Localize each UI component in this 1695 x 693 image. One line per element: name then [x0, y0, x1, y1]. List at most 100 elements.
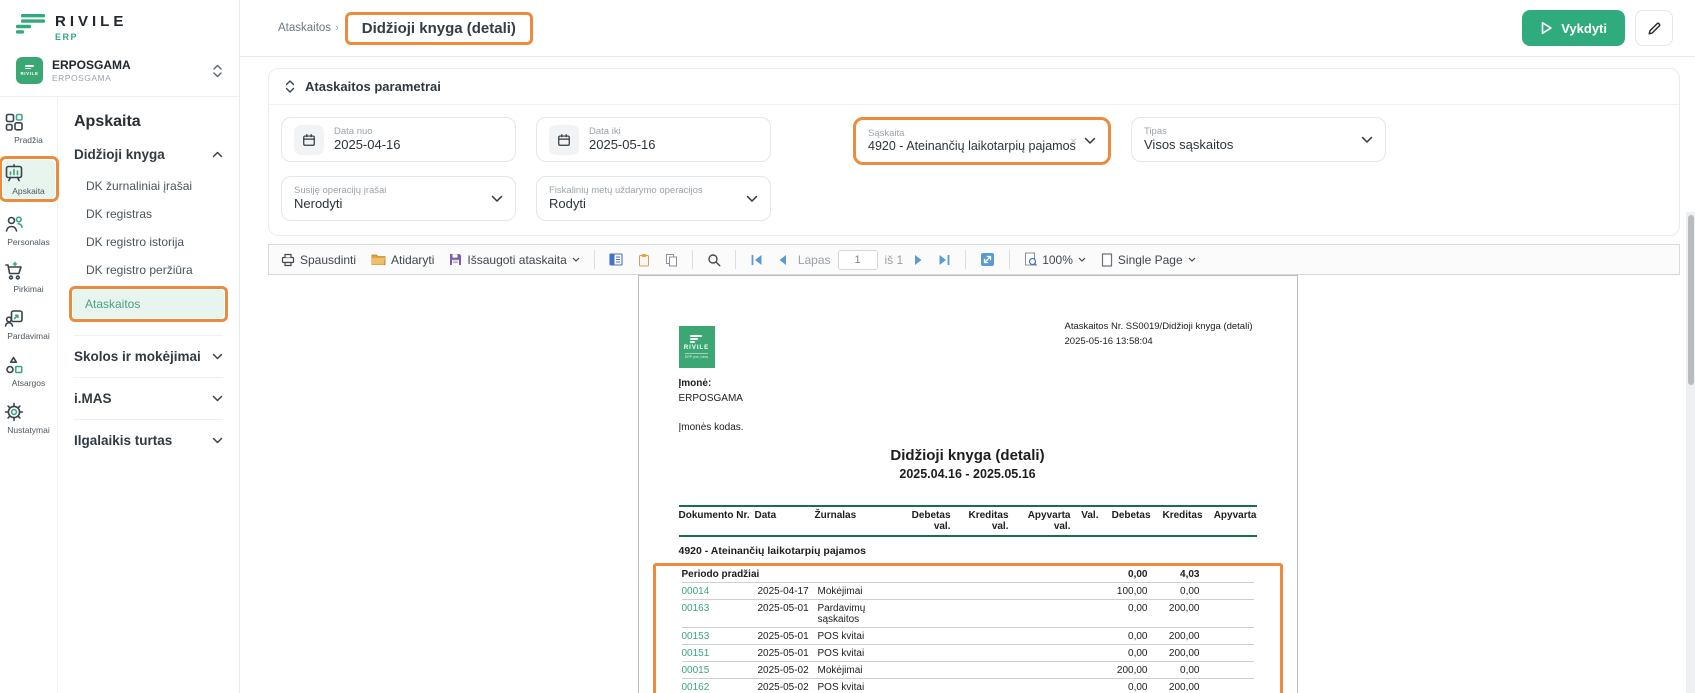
- table-row: 00153 2025-05-01 POS kvitai 0,00 200,00: [682, 628, 1254, 645]
- print-button[interactable]: Spausdinti: [277, 251, 360, 269]
- breadcrumb[interactable]: Ataskaitos: [278, 22, 331, 34]
- workspace-switch-icon[interactable]: [212, 64, 223, 78]
- parameters-panel-button[interactable]: [634, 251, 654, 269]
- toolbar-separator: [735, 250, 736, 269]
- document-link[interactable]: 00162: [682, 682, 758, 693]
- bookmarks-panel-button[interactable]: [605, 251, 627, 268]
- document-link[interactable]: 00015: [682, 665, 758, 676]
- menu-group-ilgalaikis-turtas[interactable]: Ilgalaikis turtas: [74, 433, 223, 448]
- account-value: 4920 - Ateinančių laikotarpių pajamos: [868, 139, 1066, 154]
- rail-label: Nustatymai: [7, 425, 50, 435]
- related-entries-select[interactable]: Susiję operacijų įrašai Nerodyti: [281, 176, 516, 221]
- toolbar-separator: [965, 250, 966, 269]
- date-to-field[interactable]: Data iki 2025-05-16: [536, 117, 771, 162]
- report-number: Ataskaitos Nr. SS0019/Didžioji knyga (de…: [1065, 320, 1253, 335]
- workspace-code: ERPOSGAMA: [52, 73, 203, 83]
- clear-icon[interactable]: ×: [1070, 134, 1077, 148]
- chevron-down-icon[interactable]: [1084, 137, 1096, 145]
- date-from-label: Data nuo: [334, 126, 503, 137]
- parameters-body: Data nuo 2025-04-16 Data iki 2025-05: [269, 105, 1679, 235]
- menu-item-dk-registro-perziura[interactable]: DK registro peržiūra: [74, 256, 223, 284]
- parameters-heading: Ataskaitos parametrai: [305, 79, 441, 94]
- date-from-field[interactable]: Data nuo 2025-04-16: [281, 117, 516, 162]
- print-label: Spausdinti: [300, 253, 356, 267]
- last-page-button[interactable]: [934, 252, 955, 268]
- company-code-label: Įmonės kodas.: [679, 422, 1257, 433]
- menu-group-didzioji-knyga[interactable]: Didžioji knyga: [74, 147, 223, 162]
- open-button[interactable]: Atidaryti: [367, 251, 438, 269]
- menu-item-ataskaitos[interactable]: Ataskaitos: [73, 290, 224, 318]
- workspace-avatar: RIVILE: [16, 57, 43, 84]
- clipboard-icon: [638, 253, 650, 267]
- rail-item-pardavimai[interactable]: Pardavimai: [3, 305, 55, 343]
- document-link[interactable]: 00014: [682, 586, 758, 597]
- rail-item-pradzia[interactable]: Pradžia: [3, 109, 55, 147]
- view-mode-select[interactable]: Single Page: [1097, 251, 1200, 269]
- zoom-select[interactable]: 100%: [1020, 250, 1090, 269]
- toolbar-separator: [692, 250, 693, 269]
- report-parameters-card: Ataskaitos parametrai Data nuo 2025-04-1…: [268, 68, 1680, 236]
- rail-item-atsargos[interactable]: Atsargos: [3, 352, 55, 390]
- menu-divider: [74, 419, 223, 420]
- save-report-button[interactable]: Išsaugoti ataskaita: [445, 251, 583, 269]
- header-actions: Vykdyti: [1522, 10, 1673, 46]
- fullscreen-button[interactable]: [976, 250, 999, 269]
- parameters-row-1: Data nuo 2025-04-16 Data iki 2025-05: [281, 117, 1667, 165]
- document-link[interactable]: 00153: [682, 631, 758, 642]
- rail-item-apskaita[interactable]: Apskaita: [3, 160, 55, 198]
- chevron-up-icon: [212, 151, 223, 158]
- report-title: Didžioji knyga (detali): [679, 447, 1257, 464]
- dashboard-icon: [3, 111, 55, 133]
- menu-group-skolos[interactable]: Skolos ir mokėjimai: [74, 349, 223, 364]
- menu-item-dk-registras[interactable]: DK registras: [74, 200, 223, 228]
- rail-label: Personalas: [7, 237, 50, 247]
- menu-group-label: Ilgalaikis turtas: [74, 433, 172, 448]
- printer-icon: [281, 253, 295, 267]
- chevron-down-icon: [491, 195, 503, 203]
- rail-item-pirkimai[interactable]: Pirkimai: [3, 258, 55, 296]
- document-link[interactable]: 00151: [682, 648, 758, 659]
- report-parameters-header[interactable]: Ataskaitos parametrai: [269, 69, 1679, 105]
- document-canvas[interactable]: RIVILE ERP pos | dms Ataskaitos Nr. SS00…: [240, 275, 1695, 693]
- previous-page-button[interactable]: [774, 252, 791, 268]
- folder-icon: [371, 253, 386, 266]
- sales-icon: [3, 307, 55, 329]
- parameters-row-2: Susiję operacijų įrašai Nerodyti Fiskali…: [281, 176, 1667, 221]
- rail-label: Apskaita: [12, 186, 45, 196]
- first-page-button[interactable]: [746, 252, 767, 268]
- fiscal-year-select[interactable]: Fiskalinių metų uždarymo operacijos Rody…: [536, 176, 771, 221]
- menu-group-label: Skolos ir mokėjimai: [74, 349, 201, 364]
- account-select[interactable]: Sąskaita 4920 - Ateinančių laikotarpių p…: [856, 120, 1108, 162]
- vertical-scrollbar[interactable]: [1686, 212, 1695, 693]
- page-title: Didžioji knyga (detali): [362, 20, 516, 37]
- run-button[interactable]: Vykdyti: [1522, 10, 1625, 46]
- open-label: Atidaryti: [391, 253, 434, 267]
- report-page: RIVILE ERP pos | dms Ataskaitos Nr. SS00…: [638, 275, 1298, 693]
- run-button-label: Vykdyti: [1561, 21, 1607, 36]
- document-link[interactable]: 00163: [682, 603, 758, 614]
- copy-page-button[interactable]: [661, 251, 682, 269]
- inventory-icon: [3, 354, 55, 376]
- menu-item-dk-zurnaliniai-irasai[interactable]: DK žurnaliniai įrašai: [74, 172, 223, 200]
- toolbar-separator: [1009, 250, 1010, 269]
- rail-item-personalas[interactable]: Personalas: [3, 211, 55, 249]
- table-row: 00162 2025-05-02 POS kvitai 0,00 200,00: [682, 679, 1254, 693]
- rail-item-nustatymai[interactable]: Nustatymai: [3, 399, 55, 437]
- edit-button[interactable]: [1635, 10, 1673, 46]
- calendar-icon: [294, 125, 324, 155]
- table-row: 00163 2025-05-01 Pardavimų sąskaitos 0,0…: [682, 600, 1254, 628]
- page-number-input[interactable]: [838, 250, 878, 270]
- copy-icon: [665, 253, 678, 267]
- module-rail: Pradžia Apskaita: [0, 97, 58, 693]
- zoom-value: 100%: [1042, 253, 1073, 267]
- workspace-selector[interactable]: RIVILE ERPOSGAMA ERPOSGAMA: [0, 48, 239, 96]
- scrollbar-thumb[interactable]: [1688, 215, 1694, 385]
- menu-item-dk-registro-istorija[interactable]: DK registro istorija: [74, 228, 223, 256]
- chevron-down-icon: [212, 437, 223, 444]
- next-page-button[interactable]: [910, 252, 927, 268]
- menu-group-imas[interactable]: i.MAS: [74, 391, 223, 406]
- type-select[interactable]: Tipas Visos sąskaitos: [1131, 117, 1386, 162]
- account-group-header: 4920 - Ateinančių laikotarpių pajamos: [679, 537, 1257, 563]
- app-root: RIVILE ERP RIVILE ERPOSGAMA ERPOSGAMA: [0, 0, 1695, 693]
- search-button[interactable]: [703, 251, 725, 269]
